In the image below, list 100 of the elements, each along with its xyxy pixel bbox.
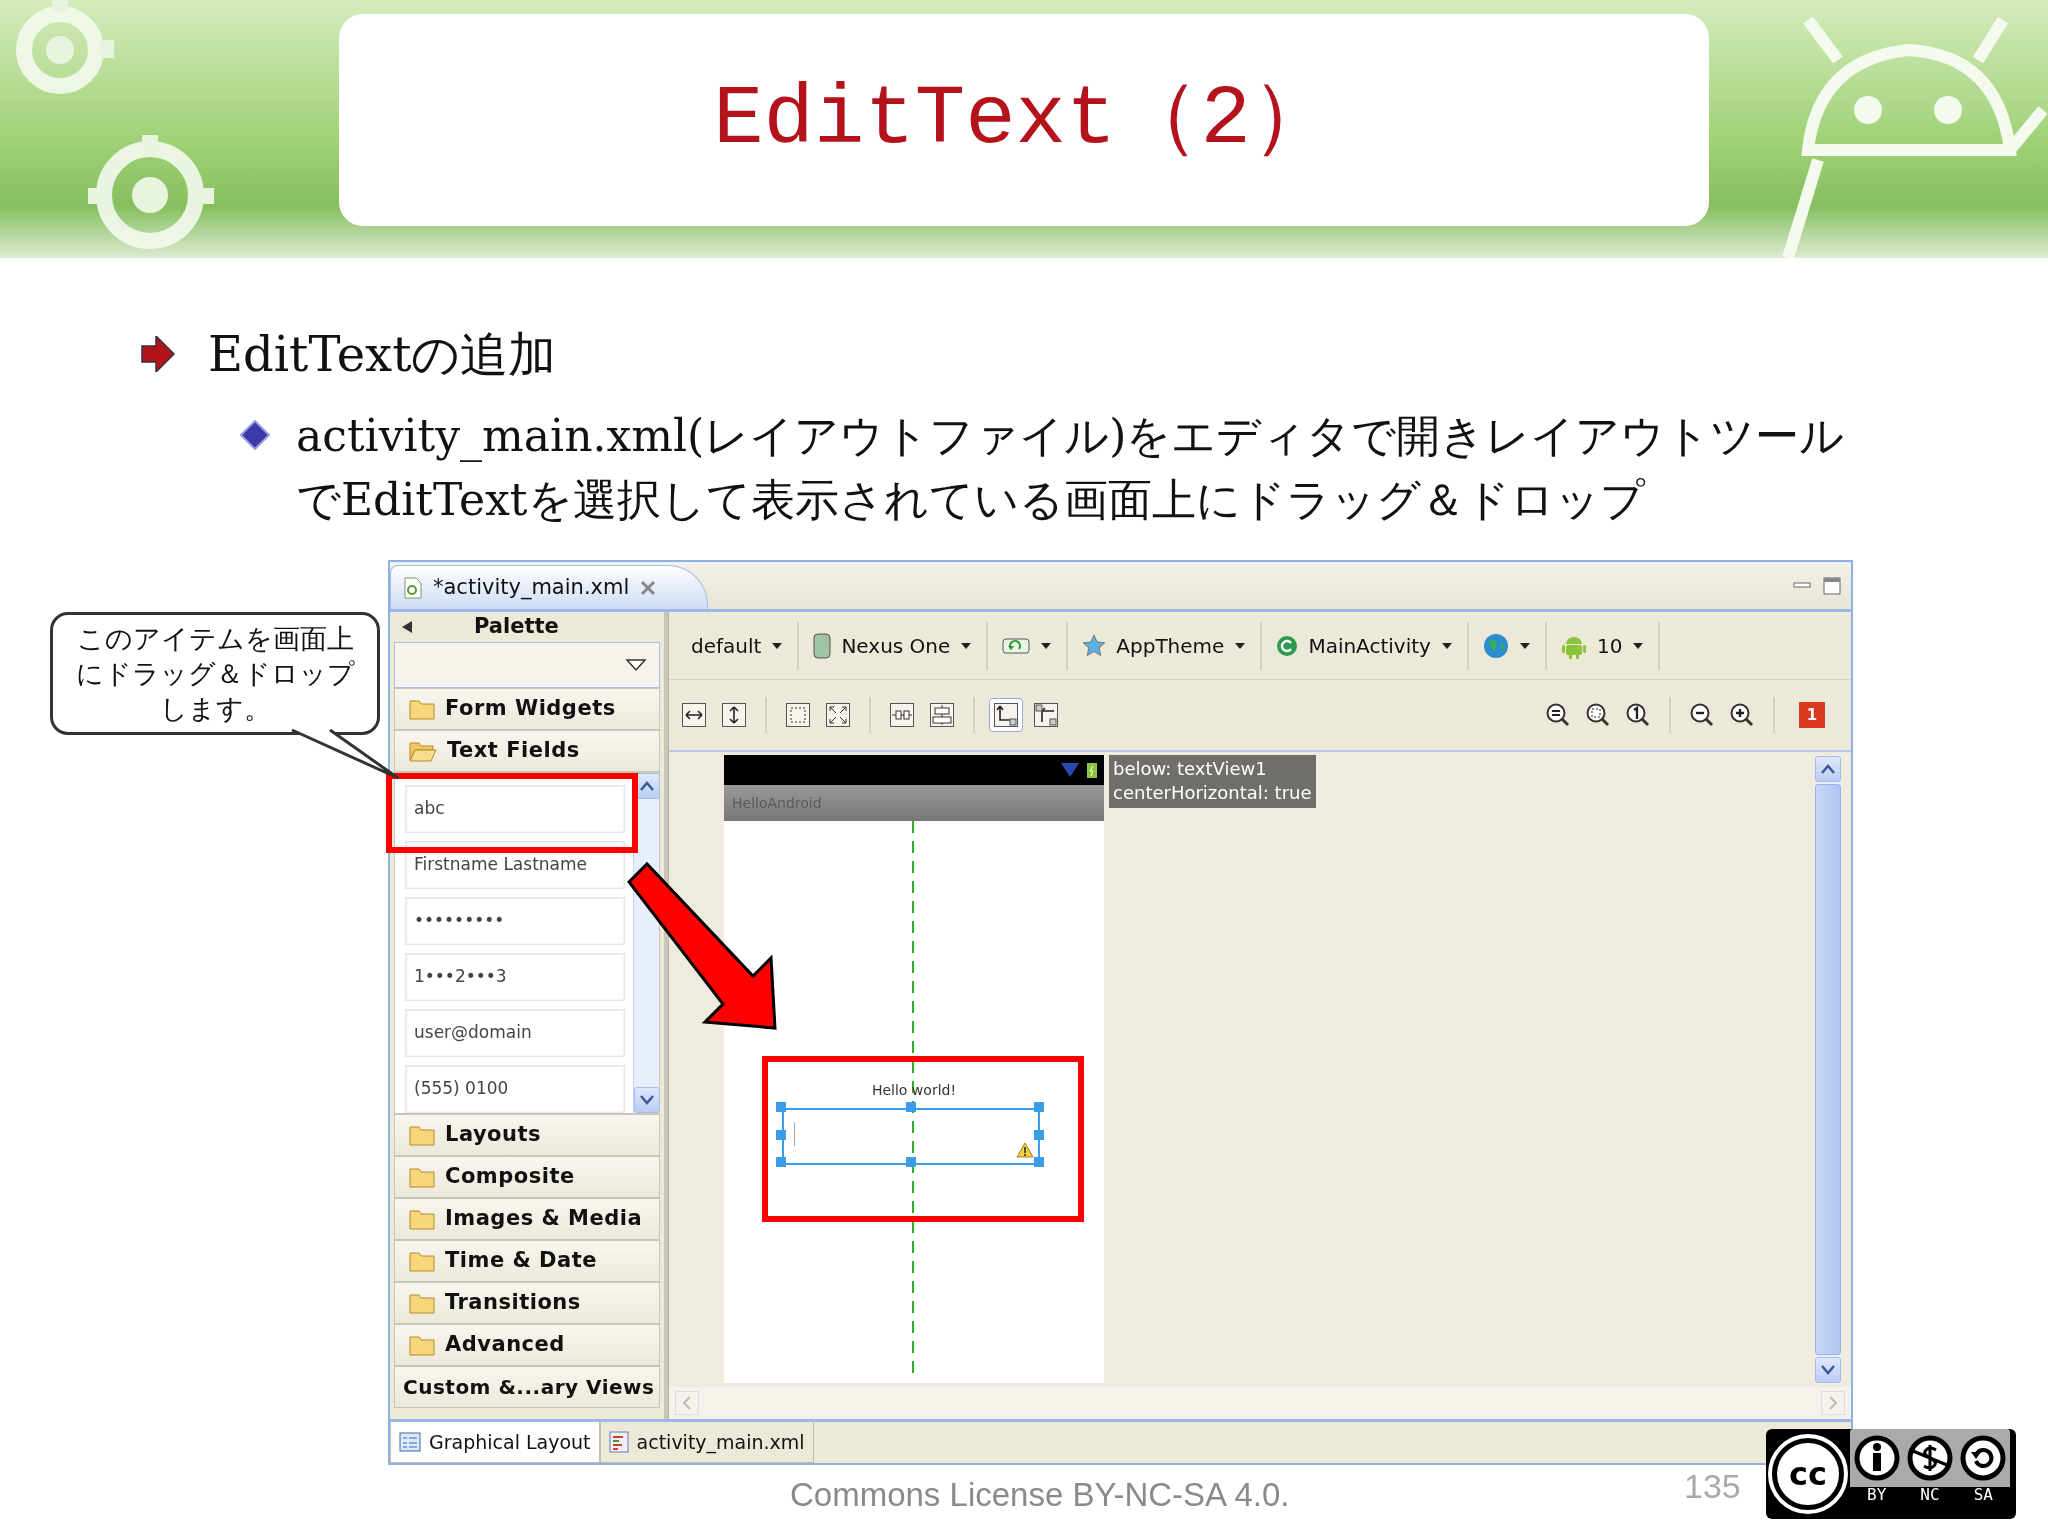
palette-widget[interactable]: (555) 0100: [405, 1065, 625, 1113]
resize-handle[interactable]: [906, 1157, 916, 1167]
layout-tool-button[interactable]: [989, 698, 1023, 732]
globe-icon: [1482, 632, 1509, 659]
callout-text: このアイテムを画面上にドラッグ＆ドロップします。: [74, 622, 356, 727]
config-dropdown[interactable]: default: [677, 621, 800, 670]
resize-handle[interactable]: [1034, 1157, 1044, 1167]
chevron-down-icon: [640, 1095, 654, 1105]
open-folder-icon: [409, 740, 437, 762]
folder-icon: [409, 1208, 435, 1230]
folder-icon: [409, 1166, 435, 1188]
chevron-left-icon: [682, 1396, 692, 1410]
palette-widget[interactable]: user@domain: [405, 1009, 625, 1057]
dashed-square-icon: [785, 702, 811, 728]
boxes-row-icon: [889, 702, 915, 728]
chevron-right-icon: [1828, 1396, 1838, 1410]
palette-category[interactable]: Images & Media: [394, 1198, 660, 1240]
bullet-text: activity_main.xml(レイアウトファイル)をエディタで開きレイアウトツールでEditTextを選択して表示されている画面上にドラッグ＆ドロップ: [296, 409, 1846, 527]
palette-widget[interactable]: 1•••2•••3: [405, 953, 625, 1001]
resize-handle[interactable]: [776, 1102, 786, 1112]
badge-label: BY: [1867, 1484, 1887, 1506]
layout-icon: [399, 1432, 421, 1452]
resize-handle[interactable]: [906, 1102, 916, 1112]
zoom-in-icon: [1729, 702, 1755, 728]
caret-icon: [1234, 641, 1247, 650]
star-icon: [1082, 633, 1107, 658]
magnifier-square-icon: [1585, 702, 1611, 728]
slide-title: EditText（2）: [713, 71, 1335, 169]
signal-icon: [1060, 762, 1080, 778]
expand-arrows-icon: [825, 702, 851, 728]
height-arrows-icon: [721, 702, 747, 728]
magnifier-line-icon: [1625, 702, 1651, 728]
bullet-heading: EditTextの追加: [208, 325, 557, 384]
palette-category[interactable]: Transitions: [394, 1282, 660, 1324]
zoom-out-icon: [1689, 702, 1715, 728]
file-icon: [403, 576, 423, 599]
caret-icon: [960, 641, 973, 650]
folder-icon: [409, 1250, 435, 1272]
person-icon: [1853, 1435, 1900, 1481]
chevron-up-icon: [640, 781, 654, 791]
resize-handle[interactable]: [1034, 1102, 1044, 1112]
warning-icon: [1016, 1141, 1034, 1158]
close-icon: [639, 578, 658, 597]
cc-logo: cc: [1772, 1438, 1844, 1510]
dropdown-icon: [625, 658, 647, 672]
caret-icon: [1040, 641, 1053, 650]
collapse-icon: [400, 620, 414, 634]
scroll-up-button[interactable]: [1815, 756, 1841, 782]
diamond-bullet-icon: [240, 420, 270, 450]
battery-icon: [1086, 761, 1098, 779]
folder-icon: [409, 1334, 435, 1356]
maximize-icon: [1823, 576, 1841, 595]
resize-handle[interactable]: [776, 1157, 786, 1167]
rotate-screen-icon: [1002, 635, 1031, 656]
magnifier-lines-icon: [1545, 702, 1571, 728]
chevron-down-icon: [1821, 1365, 1835, 1375]
source-file-icon: [608, 1431, 629, 1453]
palette-widget[interactable]: •••••••••: [405, 897, 625, 945]
folder-icon: [409, 1292, 435, 1314]
badge-label: SA: [1973, 1484, 1993, 1506]
width-arrows-icon: [681, 702, 707, 728]
caret-icon: [771, 641, 784, 650]
config-dropdown[interactable]: MainActivity: [1262, 621, 1469, 670]
corner-box-icon: [1033, 702, 1059, 728]
palette-category[interactable]: Layouts: [394, 1114, 660, 1156]
caret-icon: [1518, 641, 1531, 650]
caret-icon: [1440, 641, 1453, 650]
palette-category[interactable]: Form Widgets: [394, 688, 660, 730]
palette-title: Palette: [474, 613, 559, 641]
class-icon: [1276, 634, 1299, 657]
config-dropdown[interactable]: Nexus One: [799, 621, 989, 670]
arrow-bullet-icon: [140, 336, 176, 372]
no-dollar-icon: [1907, 1435, 1953, 1481]
phone-icon: [813, 632, 832, 659]
boxes-stack-icon: [929, 702, 955, 728]
license-text: Commons License BY-NC-SA 4.0.: [790, 1475, 1290, 1515]
share-alike-icon: [1960, 1435, 2007, 1481]
config-dropdown[interactable]: 10: [1546, 621, 1661, 670]
palette-widget[interactable]: abc: [405, 785, 625, 833]
palette-category[interactable]: Time & Date: [394, 1240, 660, 1282]
view-tab[interactable]: Graphical Layout: [390, 1422, 600, 1463]
resize-handle[interactable]: [776, 1130, 786, 1140]
resize-handle[interactable]: [1034, 1130, 1044, 1140]
chevron-up-icon: [1821, 764, 1835, 774]
error-count[interactable]: 1: [1799, 702, 1825, 728]
badge-label: NC: [1920, 1484, 1940, 1506]
tooltip-line: below: textView1: [1113, 757, 1268, 781]
scroll-down-button[interactable]: [1815, 1357, 1841, 1383]
palette-category[interactable]: Custom &...ary Views: [394, 1366, 660, 1408]
palette-category[interactable]: Composite: [394, 1156, 660, 1198]
palette-category[interactable]: Advanced: [394, 1324, 660, 1366]
file-tab[interactable]: *activity_main.xml: [390, 565, 709, 609]
view-tab[interactable]: activity_main.xml: [599, 1422, 814, 1463]
folder-icon: [409, 698, 435, 720]
palette-category[interactable]: Text Fields: [394, 730, 660, 772]
text-cursor: [794, 1122, 795, 1146]
folder-icon: [409, 1124, 435, 1146]
config-dropdown[interactable]: AppTheme: [1068, 621, 1263, 670]
caret-icon: [1632, 641, 1645, 650]
scroll-down-button[interactable]: [634, 1087, 660, 1113]
